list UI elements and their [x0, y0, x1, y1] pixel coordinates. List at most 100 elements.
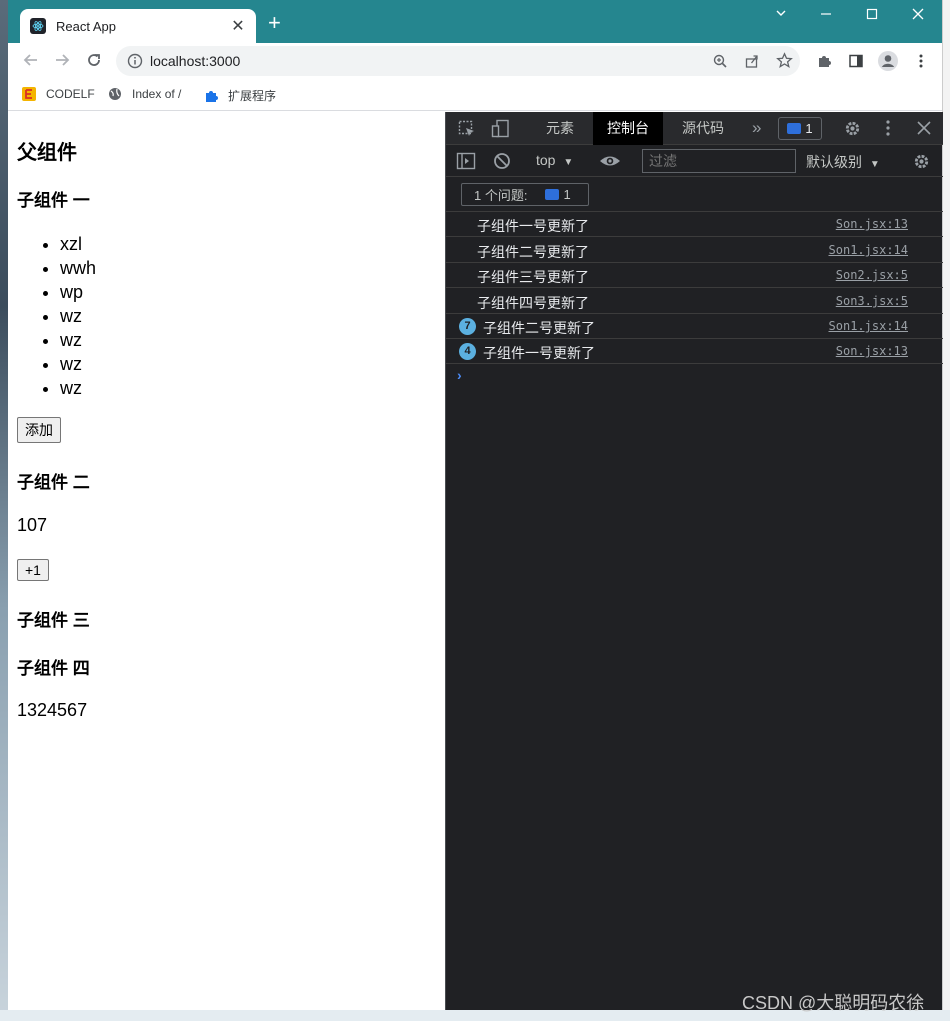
codelf-icon — [22, 87, 36, 101]
new-tab-button[interactable]: + — [268, 12, 281, 34]
console-log-row: 7 子组件二号更新了 Son1.jsx:14 — [446, 314, 943, 339]
clear-console-icon[interactable] — [493, 152, 511, 175]
log-level-selector[interactable]: 默认级别 ▼ — [806, 152, 880, 172]
url-text: localhost:3000 — [150, 53, 241, 69]
back-icon[interactable] — [22, 51, 40, 74]
list-item: wwh — [60, 256, 96, 280]
minimize-icon[interactable] — [820, 6, 832, 24]
log-source-link[interactable]: Son2.jsx:5 — [836, 268, 908, 282]
tab-sources[interactable]: 源代码 — [668, 112, 738, 145]
issues-label: 1 个问题: — [474, 188, 528, 203]
child3-title: 子组件 三 — [17, 611, 90, 630]
messages-badge[interactable]: 1 — [778, 117, 822, 140]
log-source-link[interactable]: Son1.jsx:14 — [829, 319, 908, 333]
child4-value: 1324567 — [17, 700, 88, 720]
watermark: CSDN @大聪明码农徐 — [742, 993, 925, 1013]
bookmark-label: CODELF — [46, 87, 95, 101]
sidebar-toggle-icon[interactable] — [456, 152, 476, 175]
bookmarks-bar: CODELF Index of / 扩展程序 — [8, 79, 942, 111]
log-message: 子组件四号更新了 — [477, 295, 589, 311]
inspect-element-icon[interactable] — [458, 120, 476, 143]
bookmark-codelf[interactable]: CODELF — [22, 87, 95, 101]
names-list: xzl wwh wp wz wz wz wz — [60, 232, 96, 400]
console-prompt[interactable]: › — [457, 367, 462, 383]
address-bar[interactable]: localhost:3000 — [116, 46, 800, 76]
log-source-link[interactable]: Son1.jsx:14 — [829, 243, 908, 257]
share-icon[interactable] — [744, 53, 760, 74]
filter-input[interactable] — [642, 149, 796, 173]
settings-gear-icon[interactable] — [843, 119, 862, 143]
dropdown-arrow-icon: ▼ — [563, 157, 574, 168]
device-toolbar-icon[interactable] — [491, 119, 511, 144]
child4-title: 子组件 四 — [17, 659, 90, 678]
maximize-icon[interactable] — [866, 6, 878, 24]
browser-tab[interactable]: React App ✕ — [20, 9, 256, 43]
bookmark-index-of[interactable]: Index of / — [108, 87, 181, 101]
tab-elements[interactable]: 元素 — [532, 112, 588, 145]
console-log-row: 4 子组件一号更新了 Son.jsx:13 — [446, 339, 943, 364]
devtools-panel: 元素 控制台 源代码 » 1 top ▼ 过滤 默认级别 ▼ 1 个问题: 1 … — [445, 112, 943, 1010]
more-tabs-icon[interactable]: » — [752, 118, 761, 138]
list-item: xzl — [60, 232, 96, 256]
console-log-area: 子组件一号更新了 Son.jsx:13 子组件二号更新了 Son1.jsx:14… — [446, 211, 943, 364]
child2-title: 子组件 二 — [17, 473, 90, 492]
repeat-count-badge: 4 — [459, 343, 476, 360]
log-message: 子组件二号更新了 — [483, 320, 595, 336]
context-label: top — [536, 152, 556, 168]
repeat-count-badge: 7 — [459, 318, 476, 335]
child1-title: 子组件 一 — [17, 191, 90, 210]
console-toolbar: top ▼ 默认级别 ▼ — [446, 145, 943, 177]
increment-button[interactable]: +1 — [17, 559, 49, 581]
desktop-right-edge — [942, 0, 950, 1021]
log-message: 子组件一号更新了 — [483, 345, 595, 361]
list-item: wz — [60, 376, 96, 400]
tab-title: React App — [56, 18, 116, 34]
log-level-label: 默认级别 — [806, 154, 862, 170]
issue-message-icon — [545, 189, 560, 200]
globe-icon — [108, 87, 122, 101]
parent-component-title: 父组件 — [17, 142, 77, 164]
star-icon[interactable] — [776, 52, 793, 74]
issues-count: 1 — [563, 187, 571, 202]
extensions-icon[interactable] — [816, 53, 832, 69]
browser-window: React App ✕ + localhost:3000 CODELF Inde… — [8, 0, 943, 1010]
log-source-link[interactable]: Son3.jsx:5 — [836, 294, 908, 308]
messages-count: 1 — [805, 121, 813, 136]
reload-icon[interactable] — [85, 51, 103, 74]
log-source-link[interactable]: Son.jsx:13 — [836, 344, 908, 358]
log-source-link[interactable]: Son.jsx:13 — [836, 217, 908, 231]
console-log-row: 子组件一号更新了 Son.jsx:13 — [446, 212, 943, 237]
close-devtools-icon[interactable] — [916, 120, 932, 141]
console-settings-gear-icon[interactable] — [912, 152, 931, 176]
list-item: wp — [60, 280, 96, 304]
add-button[interactable]: 添加 — [17, 417, 61, 443]
react-icon — [30, 18, 46, 34]
tab-close-icon[interactable]: ✕ — [230, 16, 246, 36]
message-icon — [787, 123, 802, 134]
issues-button[interactable]: 1 个问题: 1 — [461, 183, 589, 206]
list-item: wz — [60, 328, 96, 352]
title-bar: React App ✕ + — [8, 0, 942, 43]
bookmark-label: 扩展程序 — [228, 89, 277, 103]
zoom-icon[interactable] — [712, 53, 728, 74]
info-icon[interactable] — [127, 53, 143, 74]
forward-icon[interactable] — [53, 51, 71, 74]
close-window-icon[interactable] — [912, 6, 924, 24]
context-selector[interactable]: top ▼ — [536, 152, 573, 168]
console-log-row: 子组件二号更新了 Son1.jsx:14 — [446, 238, 943, 263]
desktop-background-strip — [0, 0, 8, 1021]
profile-avatar-icon[interactable] — [877, 50, 898, 71]
tab-search-icon[interactable] — [774, 6, 788, 24]
tab-console[interactable]: 控制台 — [593, 112, 663, 145]
devtools-menu-icon[interactable] — [880, 119, 896, 142]
page-viewport: 父组件 子组件 一 xzl wwh wp wz wz wz wz 添加 子组件 … — [8, 112, 445, 1010]
bookmark-label: Index of / — [132, 87, 182, 101]
log-message: 子组件三号更新了 — [477, 269, 589, 285]
log-message: 子组件一号更新了 — [477, 218, 589, 234]
live-expression-eye-icon[interactable] — [599, 152, 621, 175]
devtools-tab-bar: 元素 控制台 源代码 » 1 — [446, 112, 943, 145]
counter-value: 107 — [17, 515, 48, 535]
menu-kebab-icon[interactable] — [913, 53, 929, 69]
side-panel-icon[interactable] — [848, 53, 864, 69]
bookmark-extensions[interactable]: 扩展程序 — [204, 87, 276, 104]
